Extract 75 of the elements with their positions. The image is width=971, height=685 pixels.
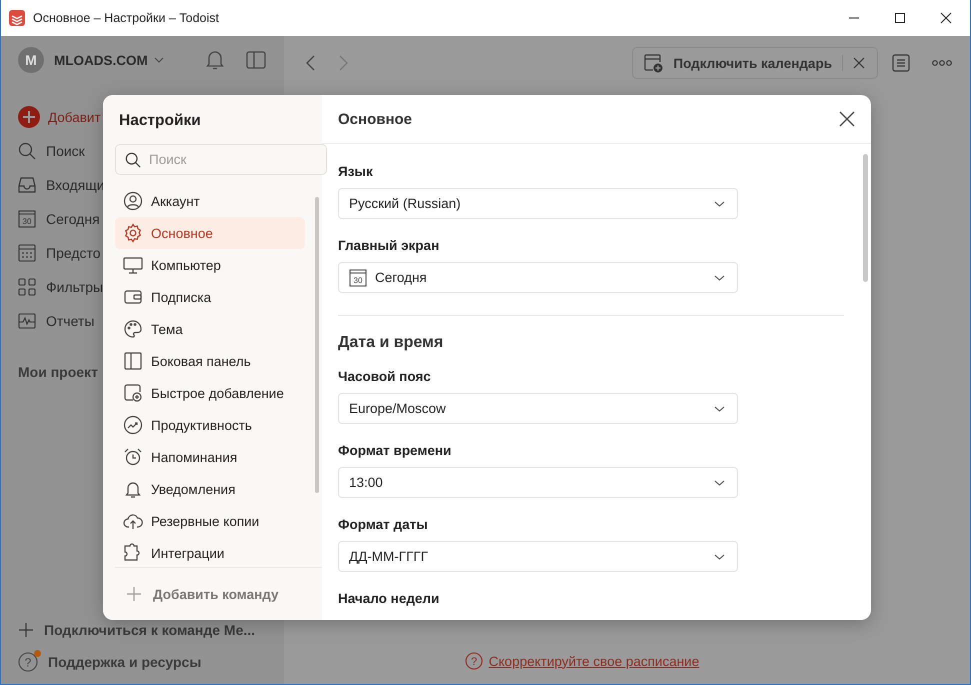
field-label: Начало недели [338,591,440,606]
avatar[interactable]: M [18,47,44,73]
chevron-down-icon[interactable] [154,57,164,63]
calendar-grid-icon [18,244,36,262]
chevron-down-icon [714,200,725,206]
settings-nav-item[interactable]: Быстрое добавление [115,377,305,409]
monitor-icon [123,255,143,275]
settings-nav-item[interactable]: Боковая панель [115,345,305,377]
settings-nav-item[interactable]: Уведомления [115,473,305,505]
settings-nav-item[interactable]: Интеграции [115,537,305,568]
settings-nav-item[interactable]: Напоминания [115,441,305,473]
close-icon[interactable] [940,12,952,24]
sidebar-icon [123,351,143,371]
section-heading: Дата и время [338,334,444,352]
palette-icon [123,319,143,339]
settings-nav-item[interactable]: Тема [115,313,305,345]
sidebar-item[interactable]: Входящи [46,177,105,193]
chevron-down-icon [714,406,725,412]
settings-nav-item[interactable]: Резервные копии [115,505,305,537]
calendar-icon: 30 [349,268,367,286]
settings-nav-item[interactable]: Основное [115,217,305,249]
search-field[interactable]: Поиск [115,144,327,175]
settings-nav-item[interactable]: Подписка [115,281,305,313]
dropdown[interactable]: Русский (Russian) [338,188,738,219]
calendar-icon: 30 [18,210,36,228]
field-label: Главный экран [338,238,440,253]
maximize-icon[interactable] [894,12,906,24]
add-team-button[interactable]: Добавить команду [153,586,278,602]
bell-icon[interactable] [206,50,224,70]
more-icon[interactable] [932,59,952,67]
square-plus-icon [123,383,143,403]
field-label: Часовой пояс [338,369,431,384]
panel-title: Основное [338,110,412,128]
settings-nav-item[interactable]: Продуктивность [115,409,305,441]
account-name[interactable]: MLOADS.COM [54,52,148,68]
sidebar-item[interactable]: Фильтры [46,279,104,295]
sidebar-item[interactable]: Предсто [46,245,101,261]
window-title: Основное – Настройки – Todoist [33,11,219,25]
alarm-clock-icon [123,447,143,467]
chevron-down-icon [714,274,725,280]
calendar-add-icon [643,53,664,73]
dropdown[interactable]: Europe/Moscow [338,393,738,424]
trend-icon [123,415,143,435]
close-icon[interactable] [839,111,855,127]
dropdown[interactable]: 13:00 [338,467,738,498]
join-team-link[interactable]: Подключиться к команде Ме... [44,622,256,638]
settings-title: Настройки [119,112,202,130]
chevron-down-icon [714,480,725,486]
grid-icon [18,278,36,296]
dropdown[interactable]: 30 Сегодня [338,262,738,293]
list-icon[interactable] [892,54,910,72]
activity-icon [18,312,36,330]
sidebar-toggle-icon[interactable] [246,51,266,69]
search-icon [18,142,36,160]
connect-calendar-button[interactable]: Подключить календарь [673,56,832,70]
field-label: Формат даты [338,517,428,532]
inbox-icon [18,176,36,194]
field-label: Формат времени [338,443,452,458]
sidebar-item[interactable]: Сегодня [46,211,100,227]
field-label: Язык [338,164,373,179]
sidebar-item[interactable]: Поиск [46,143,85,159]
settings-nav-item[interactable]: Аккаунт [115,185,305,217]
help-icon: ? [18,652,38,672]
help-icon: ? [464,652,483,670]
chevron-down-icon [714,554,725,560]
gear-icon [123,223,143,243]
dropdown[interactable]: ДД-ММ-ГГГГ [338,541,738,572]
help-link[interactable]: Поддержка и ресурсы [48,654,202,670]
plus-icon [127,587,141,602]
plus-icon [18,622,34,638]
app-logo-icon [9,10,25,26]
plus-circle-icon[interactable] [18,106,40,128]
sidebar-item[interactable]: Отчеты [46,313,94,329]
settings-nav-item[interactable]: Компьютер [115,249,305,281]
person-icon [123,191,143,211]
